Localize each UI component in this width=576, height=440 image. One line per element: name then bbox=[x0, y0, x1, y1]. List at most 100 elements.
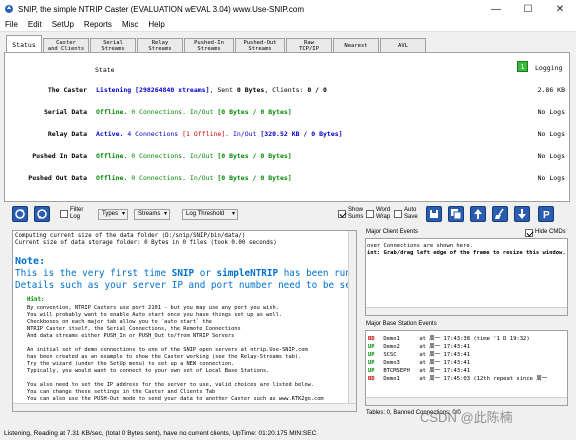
csdn-watermark: CSDN @此陈楠 bbox=[420, 410, 513, 425]
tab-relay-streams[interactable]: Relay Streams bbox=[137, 38, 183, 53]
horizontal-scrollbar[interactable] bbox=[13, 403, 356, 411]
word-wrap-checkbox[interactable] bbox=[366, 210, 374, 218]
row-log-status[interactable]: No Logs bbox=[538, 108, 565, 116]
menu-bar: File Edit SetUp Reports Misc Help bbox=[0, 18, 576, 32]
clear-button[interactable] bbox=[492, 206, 508, 222]
title-bar: SNIP, the simple NTRIP Caster (EVALUATIO… bbox=[0, 0, 576, 18]
download-button[interactable] bbox=[514, 206, 530, 222]
hint-heading: Hint: bbox=[27, 297, 45, 303]
menu-misc[interactable]: Misc bbox=[117, 20, 143, 29]
tab-label: AVL bbox=[398, 43, 408, 49]
tab-caster-and-clients[interactable]: Caster and Clients bbox=[43, 38, 89, 53]
log-line: Current size of data storage folder: 0 B… bbox=[15, 240, 277, 246]
client-event-line: int: Grab/drag left edge of the frame to… bbox=[367, 250, 566, 256]
auto-save-label: Auto Save bbox=[404, 207, 418, 220]
tab-label: Caster and Clients bbox=[47, 40, 85, 52]
chevron-down-icon: ▾ bbox=[163, 211, 167, 217]
event-badge: BD bbox=[368, 376, 375, 382]
row-log-status[interactable]: No Logs bbox=[538, 152, 565, 160]
streams-dropdown[interactable]: Streams ▾ bbox=[134, 209, 170, 220]
tab-label: Raw TCP/IP bbox=[299, 40, 319, 52]
upload-button[interactable] bbox=[470, 206, 486, 222]
row-value: Active. 4 Connections [1 Offline]. In/Ou… bbox=[96, 130, 343, 138]
hint-line: Checkboxes on each major tab allow you t… bbox=[27, 319, 212, 325]
hint-line: You will probably want to enable Auto st… bbox=[27, 312, 283, 318]
tab-label: Pushed-In Streams bbox=[194, 40, 224, 52]
menu-file[interactable]: File bbox=[0, 20, 23, 29]
menu-edit[interactable]: Edit bbox=[23, 20, 47, 29]
base-events-title: Major Base Station Events bbox=[366, 321, 437, 327]
horizontal-scrollbar[interactable] bbox=[366, 397, 567, 405]
row-log-status[interactable]: No Logs bbox=[538, 174, 565, 182]
minimize-button[interactable]: — bbox=[480, 0, 512, 18]
close-button[interactable]: ✕ bbox=[544, 0, 576, 18]
show-sums-checkbox[interactable] bbox=[338, 210, 346, 218]
svg-text:P: P bbox=[543, 210, 550, 221]
tab-pushed-in-streams[interactable]: Pushed-In Streams bbox=[184, 38, 234, 53]
row-label: The Caster bbox=[47, 86, 87, 94]
note-heading: Note: bbox=[15, 256, 46, 267]
tab-label: Pushed-Out Streams bbox=[243, 40, 277, 52]
refresh-button[interactable] bbox=[12, 206, 28, 222]
hide-cmds-checkbox[interactable] bbox=[525, 229, 533, 237]
log-threshold-dropdown[interactable]: Log Threshold ▾ bbox=[182, 209, 238, 220]
hint-line: Try the wizard (under the SetUp menu) to… bbox=[27, 361, 235, 367]
auto-save-checkbox[interactable] bbox=[394, 210, 402, 218]
serial-status-row: Serial Data Offline. 0 Connections. In/O… bbox=[5, 108, 569, 120]
base-event-row: UP Demo3 at 周一 17:43:41 bbox=[368, 360, 471, 366]
chevron-down-icon: ▾ bbox=[231, 211, 235, 217]
log-text-area[interactable]: Computing current size of the data folde… bbox=[12, 230, 357, 412]
tab-avl[interactable]: AVL bbox=[380, 38, 426, 53]
app-logo-icon bbox=[4, 4, 14, 14]
hide-cmds-label: Hide CMDs bbox=[535, 229, 566, 235]
row-label: Pushed In Data bbox=[32, 152, 87, 160]
client-events-panel[interactable]: over Connections are shown here. int: Gr… bbox=[365, 238, 568, 316]
tab-raw-tcpip[interactable]: Raw TCP/IP bbox=[286, 38, 332, 53]
chevron-down-icon: ▾ bbox=[121, 211, 125, 217]
tab-label: Nearest bbox=[344, 43, 368, 49]
tab-nearest[interactable]: Nearest bbox=[333, 38, 379, 53]
download-icon bbox=[518, 209, 526, 219]
note-line-1: This is the very first time SNIP or simp… bbox=[15, 268, 356, 279]
reload-button[interactable] bbox=[34, 206, 50, 222]
tab-serial-streams[interactable]: Serial Streams bbox=[90, 38, 136, 53]
maximize-button[interactable]: ☐ bbox=[512, 0, 544, 18]
hint-line: And data streams either PUSH_In or PUSH_… bbox=[27, 333, 235, 339]
relay-status-row: Relay Data Active. 4 Connections [1 Offl… bbox=[5, 130, 569, 142]
filter-log-label: Filter Log bbox=[70, 207, 84, 220]
tab-status[interactable]: Status bbox=[6, 35, 42, 53]
tab-label: Status bbox=[12, 40, 36, 49]
menu-setup[interactable]: SetUp bbox=[47, 20, 79, 29]
tab-pushed-out-streams[interactable]: Pushed-Out Streams bbox=[235, 38, 285, 53]
base-event-row: BD Demo1 at 周一 17:45:03 (12th repeat sinc… bbox=[368, 376, 548, 382]
window-title: SNIP, the simple NTRIP Caster (EVALUATIO… bbox=[18, 4, 305, 14]
hint-line: An initial set of demo connections to on… bbox=[27, 347, 308, 353]
horizontal-scrollbar[interactable] bbox=[366, 307, 567, 315]
types-dropdown[interactable]: Types ▾ bbox=[98, 209, 128, 220]
hint-line: You also need to set the IP address for … bbox=[27, 382, 315, 388]
menu-help[interactable]: Help bbox=[143, 20, 169, 29]
hint-line: NTRIP Caster itself, the Serial Connecti… bbox=[27, 326, 241, 332]
filter-log-checkbox[interactable] bbox=[60, 210, 68, 218]
base-events-panel[interactable]: BD Demo1 at 周一 17:43:38 (time '1 D 19:32)… bbox=[365, 330, 568, 406]
base-event-row: UP BTCMSEPH at 周一 17:43:41 bbox=[368, 368, 471, 374]
caster-status-row: The Caster Listening [298264840 xtreams]… bbox=[5, 86, 569, 98]
save-all-button[interactable] bbox=[448, 206, 464, 222]
row-log-status[interactable]: No Logs bbox=[538, 130, 565, 138]
tab-label: Relay Streams bbox=[148, 40, 172, 52]
hint-line: Typically, you would want to connect to … bbox=[27, 368, 270, 374]
row-log-size[interactable]: 2.86 KB bbox=[538, 86, 565, 94]
row-label: Pushed Out Data bbox=[28, 174, 87, 182]
hint-line: By convention, NTRIP Casters use port 21… bbox=[27, 305, 279, 311]
client-events-title: Major Client Events bbox=[366, 229, 419, 235]
vertical-scrollbar[interactable] bbox=[348, 231, 356, 411]
menu-reports[interactable]: Reports bbox=[79, 20, 117, 29]
hint-line: You can also use the PUSH-Out mode to se… bbox=[27, 396, 324, 402]
print-button[interactable]: P bbox=[538, 206, 554, 222]
save-button[interactable] bbox=[426, 206, 442, 222]
pushed-out-status-row: Pushed Out Data Offline. 0 Connections. … bbox=[5, 174, 569, 186]
base-event-row: UP Demo2 at 周一 17:43:41 bbox=[368, 344, 471, 350]
row-value: Listening [298264840 xtreams], Sent 0 By… bbox=[96, 86, 327, 94]
show-sums-label: Show Sums bbox=[348, 207, 364, 220]
word-wrap-label: Word Wrap bbox=[376, 207, 391, 220]
